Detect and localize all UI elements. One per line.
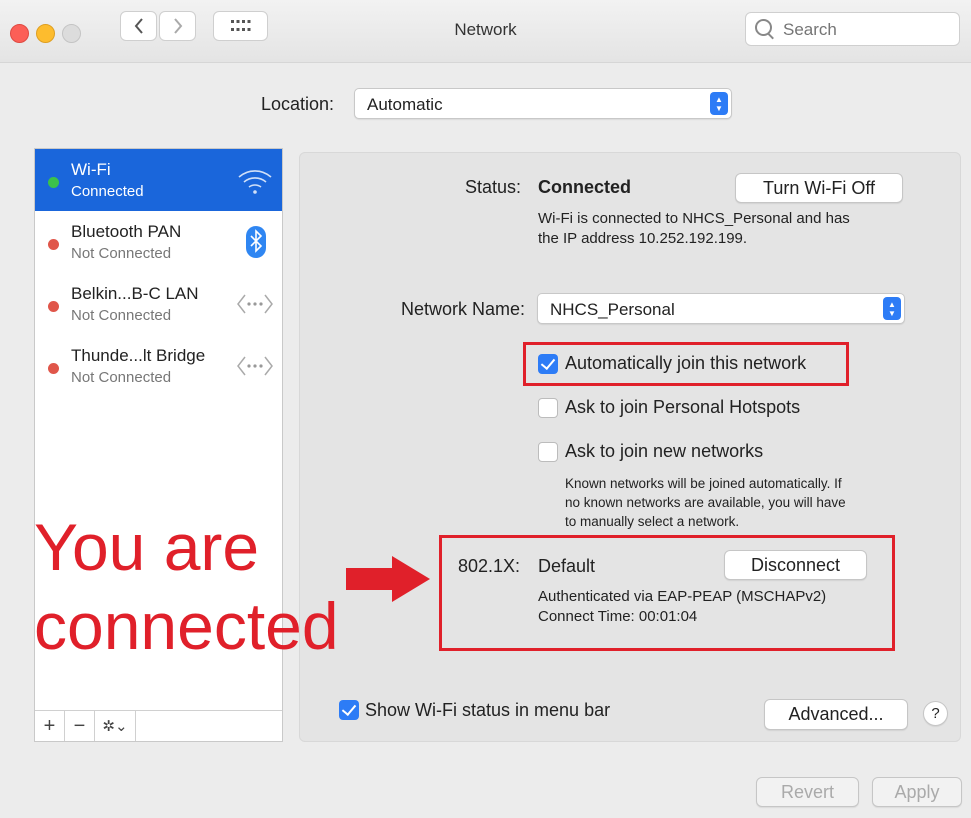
dot1x-auth-text: Authenticated via EAP-PEAP (MSCHAPv2) (538, 588, 827, 605)
search-icon (755, 19, 772, 36)
location-label: Location: (261, 94, 335, 114)
title-bar: Network (0, 0, 971, 63)
disconnect-button[interactable]: Disconnect (724, 550, 867, 580)
service-status: Not Connected (71, 369, 172, 386)
search-input[interactable] (781, 13, 955, 47)
service-item-wifi[interactable]: Wi-Fi Connected (35, 149, 282, 211)
service-name: Wi-Fi (71, 160, 111, 179)
status-dot (48, 363, 59, 374)
network-name-label: Network Name: (401, 299, 526, 319)
auto-join-checkbox[interactable] (538, 354, 558, 374)
location-value: Automatic (367, 95, 443, 114)
ethernet-icon (237, 294, 273, 314)
turn-wifi-off-button[interactable]: Turn Wi-Fi Off (735, 173, 903, 203)
annotation-line2: connected (34, 589, 339, 663)
status-dot (48, 177, 59, 188)
wifi-icon (238, 170, 272, 194)
service-status: Not Connected (71, 307, 172, 324)
popup-arrows-icon: ▲ ▼ (710, 92, 728, 115)
personal-hotspots-checkbox[interactable] (538, 398, 558, 418)
gear-menu-button[interactable]: ✲⌄ (95, 711, 136, 741)
service-item-bluetooth-pan[interactable]: Bluetooth PAN Not Connected (35, 211, 282, 273)
service-list-toolbar: + − ✲⌄ (35, 710, 282, 741)
bluetooth-icon (246, 226, 266, 258)
known-networks-note-line3: to manually select a network. (565, 514, 740, 529)
service-name: Belkin...B-C LAN (71, 284, 199, 303)
known-networks-note-line2: no known networks are available, you wil… (565, 495, 846, 510)
status-dot (48, 301, 59, 312)
status-description-line2: the IP address 10.252.192.199. (538, 230, 748, 247)
service-status: Connected (71, 183, 144, 200)
show-wifi-status-checkbox[interactable] (339, 700, 359, 720)
service-item-belkin-lan[interactable]: Belkin...B-C LAN Not Connected (35, 273, 282, 335)
add-service-button[interactable]: + (35, 711, 65, 741)
network-preferences-window: Network Location: Automatic ▲▼ Wi-Fi Con… (0, 0, 971, 818)
dot1x-value: Default (538, 556, 596, 576)
auto-join-label: Automatically join this network (565, 353, 807, 373)
annotation-line1: You are (34, 510, 260, 584)
personal-hotspots-label: Ask to join Personal Hotspots (565, 397, 801, 417)
apply-button[interactable]: Apply (872, 777, 962, 807)
new-networks-label: Ask to join new networks (565, 441, 764, 461)
service-name: Bluetooth PAN (71, 222, 182, 241)
status-dot (48, 239, 59, 250)
location-popup[interactable]: Automatic ▲ ▼ (354, 88, 732, 119)
dot1x-connect-time: Connect Time: 00:01:04 (538, 608, 698, 625)
revert-button[interactable]: Revert (756, 777, 859, 807)
status-value: Connected (538, 177, 632, 197)
help-button[interactable]: ? (923, 701, 948, 726)
status-description-line1: Wi-Fi is connected to NHCS_Personal and … (538, 210, 850, 227)
new-networks-checkbox[interactable] (538, 442, 558, 462)
red-arrow-icon (346, 556, 430, 602)
show-wifi-status-label: Show Wi-Fi status in menu bar (365, 700, 611, 720)
network-name-popup[interactable]: NHCS_Personal ▲ ▼ (537, 293, 905, 324)
status-label: Status: (465, 177, 522, 197)
popup-arrows-icon: ▲ ▼ (883, 297, 901, 320)
service-name: Thunde...lt Bridge (71, 346, 206, 365)
remove-service-button[interactable]: − (65, 711, 95, 741)
network-name-value: NHCS_Personal (550, 300, 675, 319)
search-field[interactable] (745, 12, 960, 47)
known-networks-note-line1: Known networks will be joined automatica… (565, 476, 842, 491)
service-status: Not Connected (71, 245, 172, 262)
dot1x-label: 802.1X: (458, 556, 521, 576)
service-item-thunderbolt-bridge[interactable]: Thunde...lt Bridge Not Connected (35, 335, 282, 397)
advanced-button[interactable]: Advanced... (764, 699, 908, 730)
ethernet-icon (237, 356, 273, 376)
